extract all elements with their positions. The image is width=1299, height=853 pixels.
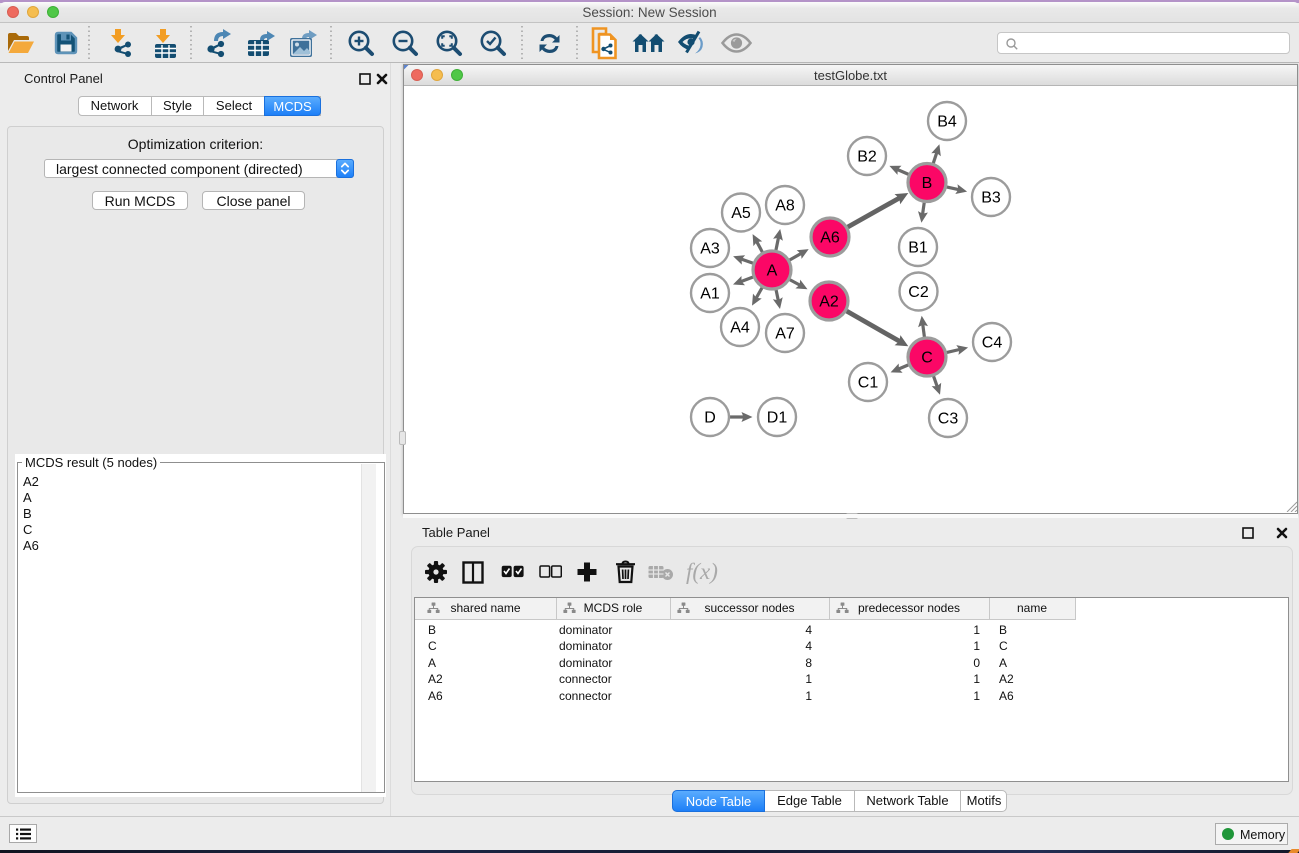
svg-text:C: C bbox=[921, 350, 933, 367]
svg-text:A6: A6 bbox=[820, 230, 840, 247]
svg-text:C1: C1 bbox=[858, 375, 879, 392]
svg-text:B4: B4 bbox=[937, 114, 957, 131]
svg-text:B1: B1 bbox=[908, 240, 928, 257]
svg-text:B2: B2 bbox=[857, 149, 877, 166]
svg-text:A3: A3 bbox=[700, 241, 720, 258]
svg-text:A5: A5 bbox=[731, 205, 751, 222]
svg-text:A7: A7 bbox=[775, 326, 795, 343]
svg-text:B3: B3 bbox=[981, 190, 1001, 207]
svg-text:A8: A8 bbox=[775, 198, 795, 215]
svg-text:C3: C3 bbox=[938, 411, 959, 428]
svg-text:A1: A1 bbox=[700, 286, 720, 303]
svg-text:C2: C2 bbox=[908, 284, 929, 301]
svg-text:B: B bbox=[922, 175, 933, 192]
svg-text:D: D bbox=[704, 410, 716, 427]
svg-text:A: A bbox=[767, 263, 778, 280]
svg-text:A4: A4 bbox=[730, 320, 750, 337]
svg-text:C4: C4 bbox=[982, 335, 1003, 352]
svg-text:A2: A2 bbox=[819, 294, 839, 311]
svg-text:D1: D1 bbox=[767, 410, 788, 427]
